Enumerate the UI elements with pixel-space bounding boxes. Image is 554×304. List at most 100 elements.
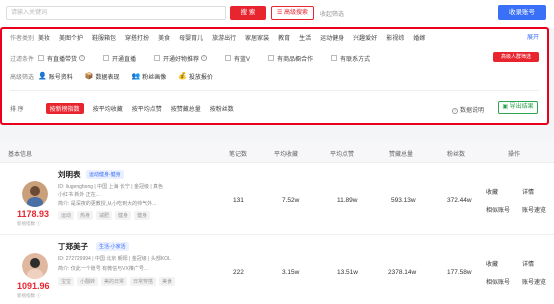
export-button[interactable]: ▣ 导出结果 (498, 101, 538, 114)
category-option[interactable]: 穿搭打扮 (125, 33, 149, 42)
table-row: 1091.96 新榜指数 ⓘ 丁郑美子 生活-小家活 ID: 272729994… (0, 235, 554, 304)
similar-accounts-button[interactable]: 相似账号 (486, 205, 510, 214)
avg-like: 11.89w (337, 197, 358, 204)
quick-filter-fans[interactable]: 👥 粉丝画像 (131, 72, 166, 81)
search-input[interactable]: 请输入关键词 (6, 6, 226, 20)
collect-account-button[interactable]: 收录账号 (498, 5, 546, 20)
tag: 热身 (77, 211, 94, 220)
header-notes[interactable]: 笔记数 (229, 149, 247, 158)
category-option[interactable]: 影视综 (386, 33, 404, 42)
category-option[interactable]: 母婴育儿 (179, 33, 203, 42)
category-tag: 运动健身-健身 (86, 170, 124, 179)
collect-button[interactable]: 收藏 (486, 259, 498, 268)
collapse-filter-link[interactable]: 收起筛选 (320, 9, 344, 18)
quick-filter-row: 高级筛选 👤 账号资料 📦 数据表现 👥 粉丝画像 💰 投放报价 (10, 71, 225, 81)
category-label: 作者类别 (10, 35, 35, 42)
sort-label: 排 序 (10, 106, 24, 113)
account-meta: ID: liugenghong | 中国 上海 长宁 | 金冠级 | 真色 (58, 184, 164, 190)
tag: 美食 (159, 277, 176, 286)
avatar[interactable] (22, 181, 48, 207)
condition-text: 有联系方式 (340, 56, 371, 63)
condition-checkbox[interactable]: 有联系方式 (331, 54, 370, 63)
checkbox-box[interactable] (103, 55, 110, 61)
help-icon[interactable]: ? (79, 55, 86, 61)
condition-checkbox[interactable]: 开通直播 (103, 54, 136, 63)
quick-filter-account[interactable]: 👤 账号资料 (38, 72, 73, 81)
data-description-text: 数据说明 (460, 108, 485, 114)
vip-filter-badge[interactable]: 高级人群筛选 (493, 52, 539, 62)
checkbox-box[interactable] (331, 55, 338, 61)
collect-button[interactable]: 收藏 (486, 187, 498, 196)
account-desc: 简介: 是深夜的更教授,从小吃到大的帅气外... (58, 201, 157, 207)
detail-button[interactable]: 详情 (522, 259, 534, 268)
quick-filter-price[interactable]: 💰 投放报价 (178, 72, 213, 81)
score-label: 新榜指数 ⓘ (17, 293, 41, 298)
account-name[interactable]: 刘明表 (58, 169, 81, 180)
header-fans[interactable]: 粉丝数 (447, 149, 465, 158)
result-table: 基本信息 笔记数 平均收藏 平均点赞 赞藏总量 粉丝数 操作 1178.93 新… (0, 141, 554, 304)
category-option[interactable]: 美妆 (38, 33, 50, 42)
header-basic-info: 基本信息 (8, 152, 33, 158)
tag: 宝宝 (58, 277, 75, 286)
checkbox-box[interactable] (38, 55, 44, 61)
quick-filter-data[interactable]: 📦 数据表现 (85, 72, 120, 81)
category-option[interactable]: 生活 (299, 33, 311, 42)
help-icon[interactable]: ? (201, 55, 208, 61)
header-avg-like[interactable]: 平均点赞 (330, 149, 354, 158)
detail-button[interactable]: 详情 (522, 187, 534, 196)
data-description-link[interactable]: ? 数据说明 (452, 105, 484, 114)
category-filter-row: 作者类别 美妆 美图个护 鞋服箱包 穿搭打扮 美食 母婴育儿 旅游出行 家居家装… (10, 32, 434, 42)
sort-by-index[interactable]: 按新榜指数 (45, 102, 84, 114)
export-label: 导出结果 (509, 104, 534, 110)
sort-by-fav[interactable]: 按平均收藏 (93, 104, 123, 113)
advanced-search-button[interactable]: ☰ 高级搜索 (271, 6, 314, 20)
search-button[interactable]: 搜 索 (230, 6, 266, 20)
condition-label: 过滤条件 (10, 56, 35, 63)
category-option[interactable]: 家居家装 (245, 33, 269, 42)
quick-filter-text: 账号资料 (48, 74, 73, 81)
category-option[interactable]: 美食 (158, 33, 170, 42)
similar-accounts-button[interactable]: 相似账号 (486, 277, 510, 286)
avg-fav: 7.52w (282, 197, 300, 204)
condition-checkbox[interactable]: 有商品橱合作 (268, 54, 313, 63)
account-name[interactable]: 丁郑美子 (58, 241, 88, 252)
checkbox-box[interactable] (225, 55, 232, 61)
category-option[interactable]: 美图个护 (59, 33, 83, 42)
quick-filter-label: 高级筛选 (10, 74, 35, 81)
tag: 健身 (134, 211, 151, 220)
sort-by-like[interactable]: 按平均点赞 (132, 104, 162, 113)
condition-text: 有蓝V (234, 56, 251, 63)
avatar[interactable] (22, 253, 48, 279)
category-option[interactable]: 旅游出行 (212, 33, 236, 42)
account-preview-button[interactable]: 账号速览 (522, 205, 546, 214)
condition-checkbox[interactable]: 有直播带货? (38, 54, 86, 63)
sort-by-total[interactable]: 按赞藏总量 (171, 104, 201, 113)
notes-count: 131 (233, 197, 244, 204)
condition-checkbox[interactable]: 开通好物推荐? (154, 54, 208, 63)
fans-count: 372.44w (447, 197, 472, 204)
quick-filter-text: 投放报价 (188, 74, 213, 81)
condition-text: 有商品橱合作 (277, 56, 314, 63)
condition-checkbox[interactable]: 有蓝V (225, 54, 250, 63)
header-avg-fav[interactable]: 平均收藏 (274, 149, 298, 158)
category-option[interactable]: 婚嫁 (413, 33, 425, 42)
divider (10, 90, 539, 91)
category-option[interactable]: 鞋服箱包 (92, 33, 116, 42)
tag: 健身 (115, 211, 132, 220)
category-option[interactable]: 运动健身 (320, 33, 344, 42)
account-meta: ID: 272729994 | 中国 北京 朝阳 | 金冠级 | 头部KOL (58, 256, 171, 262)
sort-by-fans[interactable]: 按粉丝数 (210, 104, 234, 113)
checkbox-box[interactable] (154, 55, 161, 61)
category-option[interactable]: 兴趣爱好 (353, 33, 377, 42)
category-tag: 生活-小家活 (96, 242, 129, 251)
tag: 美的日常 (101, 277, 128, 286)
account-preview-button[interactable]: 账号速览 (522, 277, 546, 286)
box-icon: 📦 (84, 73, 94, 80)
header-total[interactable]: 赞藏总量 (389, 149, 413, 158)
score-value: 1091.96 (17, 281, 50, 291)
checkbox-box[interactable] (268, 55, 275, 61)
expand-categories-link[interactable]: 展开 (527, 32, 539, 41)
avg-like: 13.51w (337, 269, 358, 276)
category-option[interactable]: 教育 (278, 33, 290, 42)
account-desc: 简介: 仅此一个账号 有微信与VX推广号... (58, 266, 149, 272)
